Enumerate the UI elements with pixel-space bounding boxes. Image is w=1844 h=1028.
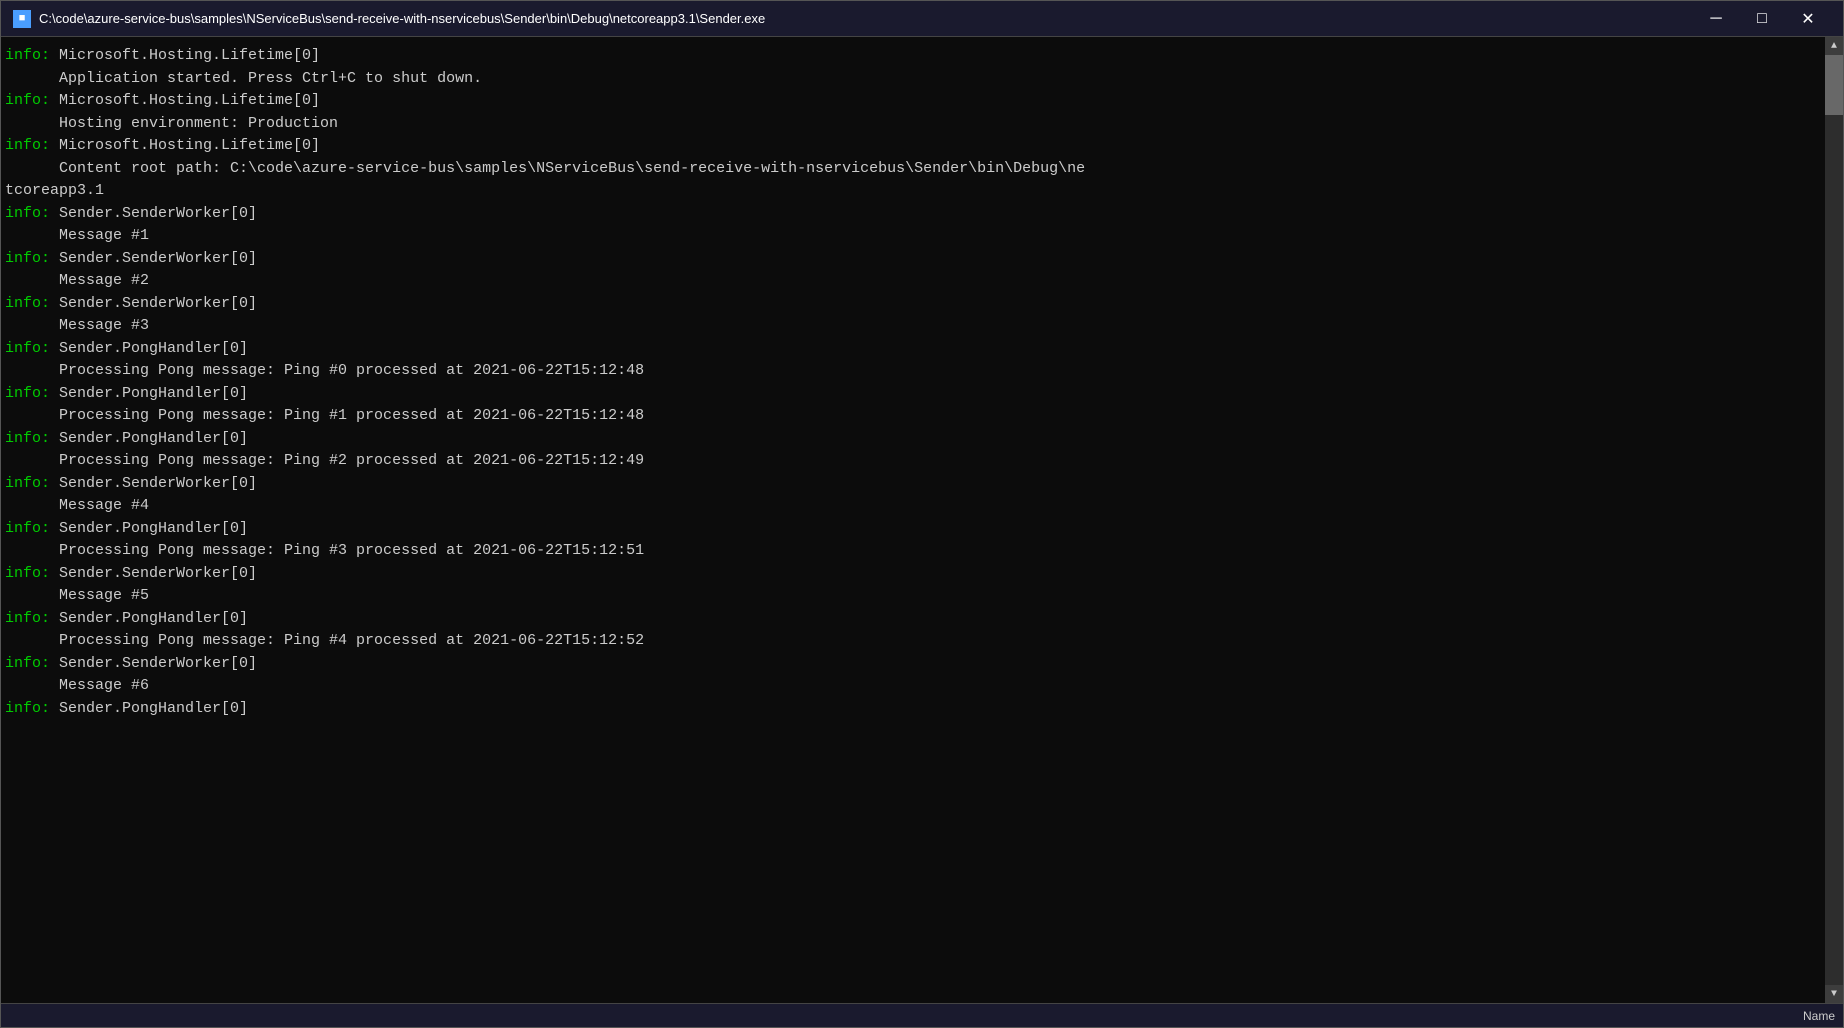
log-line: info: Microsoft.Hosting.Lifetime[0] (5, 135, 1821, 158)
log-line: Message #4 (5, 495, 1821, 518)
info-label: info: (5, 655, 50, 672)
log-content: Sender.PongHandler[0] (50, 520, 248, 537)
info-label: info: (5, 205, 50, 222)
log-line: Message #1 (5, 225, 1821, 248)
minimize-button[interactable]: ─ (1693, 1, 1739, 37)
log-line: Application started. Press Ctrl+C to shu… (5, 68, 1821, 91)
info-label: info: (5, 47, 50, 64)
info-label: info: (5, 250, 50, 267)
log-line: info: Sender.SenderWorker[0] (5, 473, 1821, 496)
log-content: Sender.SenderWorker[0] (50, 655, 257, 672)
log-content: Sender.SenderWorker[0] (50, 565, 257, 582)
log-content: Sender.SenderWorker[0] (50, 205, 257, 222)
scrollbar-track[interactable] (1825, 55, 1843, 985)
log-line: info: Sender.SenderWorker[0] (5, 653, 1821, 676)
scroll-up-button[interactable]: ▲ (1825, 37, 1843, 55)
bottom-bar-name-label: Name (1803, 1009, 1835, 1023)
log-line: info: Sender.SenderWorker[0] (5, 203, 1821, 226)
window-icon: ■ (13, 10, 31, 28)
info-label: info: (5, 565, 50, 582)
log-content: Sender.SenderWorker[0] (50, 475, 257, 492)
console-window: ■ C:\code\azure-service-bus\samples\NSer… (0, 0, 1844, 1028)
log-line: info: Sender.PongHandler[0] (5, 608, 1821, 631)
scroll-down-button[interactable]: ▼ (1825, 985, 1843, 1003)
info-label: info: (5, 340, 50, 357)
log-line: info: Sender.PongHandler[0] (5, 383, 1821, 406)
log-line: Processing Pong message: Ping #2 process… (5, 450, 1821, 473)
info-label: info: (5, 137, 50, 154)
log-line: info: Sender.PongHandler[0] (5, 428, 1821, 451)
info-label: info: (5, 430, 50, 447)
log-line: Message #2 (5, 270, 1821, 293)
log-line: info: Sender.PongHandler[0] (5, 338, 1821, 361)
log-line: info: Sender.SenderWorker[0] (5, 248, 1821, 271)
window-controls: ─ □ ✕ (1693, 1, 1831, 37)
log-line: info: Sender.PongHandler[0] (5, 698, 1821, 721)
log-line: Message #3 (5, 315, 1821, 338)
log-line: info: Sender.SenderWorker[0] (5, 293, 1821, 316)
log-line: info: Microsoft.Hosting.Lifetime[0] (5, 90, 1821, 113)
window-title: C:\code\azure-service-bus\samples\NServi… (39, 11, 1693, 26)
info-label: info: (5, 385, 50, 402)
log-content: Microsoft.Hosting.Lifetime[0] (50, 92, 320, 109)
log-content: Microsoft.Hosting.Lifetime[0] (50, 137, 320, 154)
console-output[interactable]: info: Microsoft.Hosting.Lifetime[0] Appl… (1, 37, 1825, 1003)
info-label: info: (5, 610, 50, 627)
log-line: Message #6 (5, 675, 1821, 698)
log-line: Content root path: C:\code\azure-service… (5, 158, 1821, 181)
log-content: Sender.PongHandler[0] (50, 610, 248, 627)
log-line: Processing Pong message: Ping #4 process… (5, 630, 1821, 653)
scrollbar-thumb[interactable] (1825, 55, 1843, 115)
log-line: info: Sender.SenderWorker[0] (5, 563, 1821, 586)
title-bar: ■ C:\code\azure-service-bus\samples\NSer… (1, 1, 1843, 37)
console-area: info: Microsoft.Hosting.Lifetime[0] Appl… (1, 37, 1843, 1003)
log-line: Hosting environment: Production (5, 113, 1821, 136)
scrollbar: ▲ ▼ (1825, 37, 1843, 1003)
log-line: Message #5 (5, 585, 1821, 608)
maximize-button[interactable]: □ (1739, 1, 1785, 37)
log-content: Sender.SenderWorker[0] (50, 250, 257, 267)
log-content: Sender.PongHandler[0] (50, 430, 248, 447)
log-line: tcoreapp3.1 (5, 180, 1821, 203)
info-label: info: (5, 700, 50, 717)
bottom-bar: Name (1, 1003, 1843, 1027)
log-content: Sender.PongHandler[0] (50, 385, 248, 402)
log-content: Microsoft.Hosting.Lifetime[0] (50, 47, 320, 64)
log-line: info: Sender.PongHandler[0] (5, 518, 1821, 541)
info-label: info: (5, 295, 50, 312)
info-label: info: (5, 92, 50, 109)
info-label: info: (5, 475, 50, 492)
close-button[interactable]: ✕ (1785, 1, 1831, 37)
log-line: info: Microsoft.Hosting.Lifetime[0] (5, 45, 1821, 68)
info-label: info: (5, 520, 50, 537)
log-content: Sender.PongHandler[0] (50, 340, 248, 357)
log-content: Sender.PongHandler[0] (50, 700, 248, 717)
log-line: Processing Pong message: Ping #1 process… (5, 405, 1821, 428)
log-content: Sender.SenderWorker[0] (50, 295, 257, 312)
log-line: Processing Pong message: Ping #3 process… (5, 540, 1821, 563)
log-line: Processing Pong message: Ping #0 process… (5, 360, 1821, 383)
